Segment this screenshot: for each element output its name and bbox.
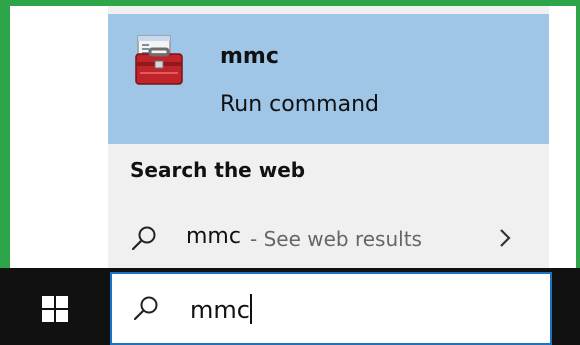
chevron-right-icon[interactable] <box>494 225 516 251</box>
start-search-panel: mmc Run command Search the web mmc - See… <box>108 6 549 268</box>
search-input-value: mmc <box>190 296 250 324</box>
web-result-query: mmc <box>186 224 241 249</box>
desktop-area-left <box>10 6 108 268</box>
toolbox-icon <box>135 35 183 85</box>
windows-logo-icon <box>42 296 68 322</box>
taskbar: mmc <box>0 268 580 345</box>
app-name: mmc <box>220 44 279 69</box>
desktop-area-right <box>549 6 576 268</box>
web-result-item[interactable]: mmc - See web results <box>108 210 549 264</box>
app-subtitle: Run command <box>220 92 379 117</box>
text-caret <box>249 294 252 324</box>
web-result-hint: - See web results <box>250 227 422 251</box>
taskbar-search-box[interactable]: mmc <box>110 272 552 345</box>
search-web-heading: Search the web <box>130 158 306 182</box>
best-match-result[interactable]: mmc Run command <box>108 14 549 144</box>
window-frame-right <box>576 0 580 268</box>
window-frame-left <box>0 0 10 268</box>
start-button[interactable] <box>0 268 108 345</box>
search-input[interactable]: mmc <box>190 294 252 324</box>
search-icon <box>131 226 156 251</box>
search-icon <box>133 296 158 321</box>
